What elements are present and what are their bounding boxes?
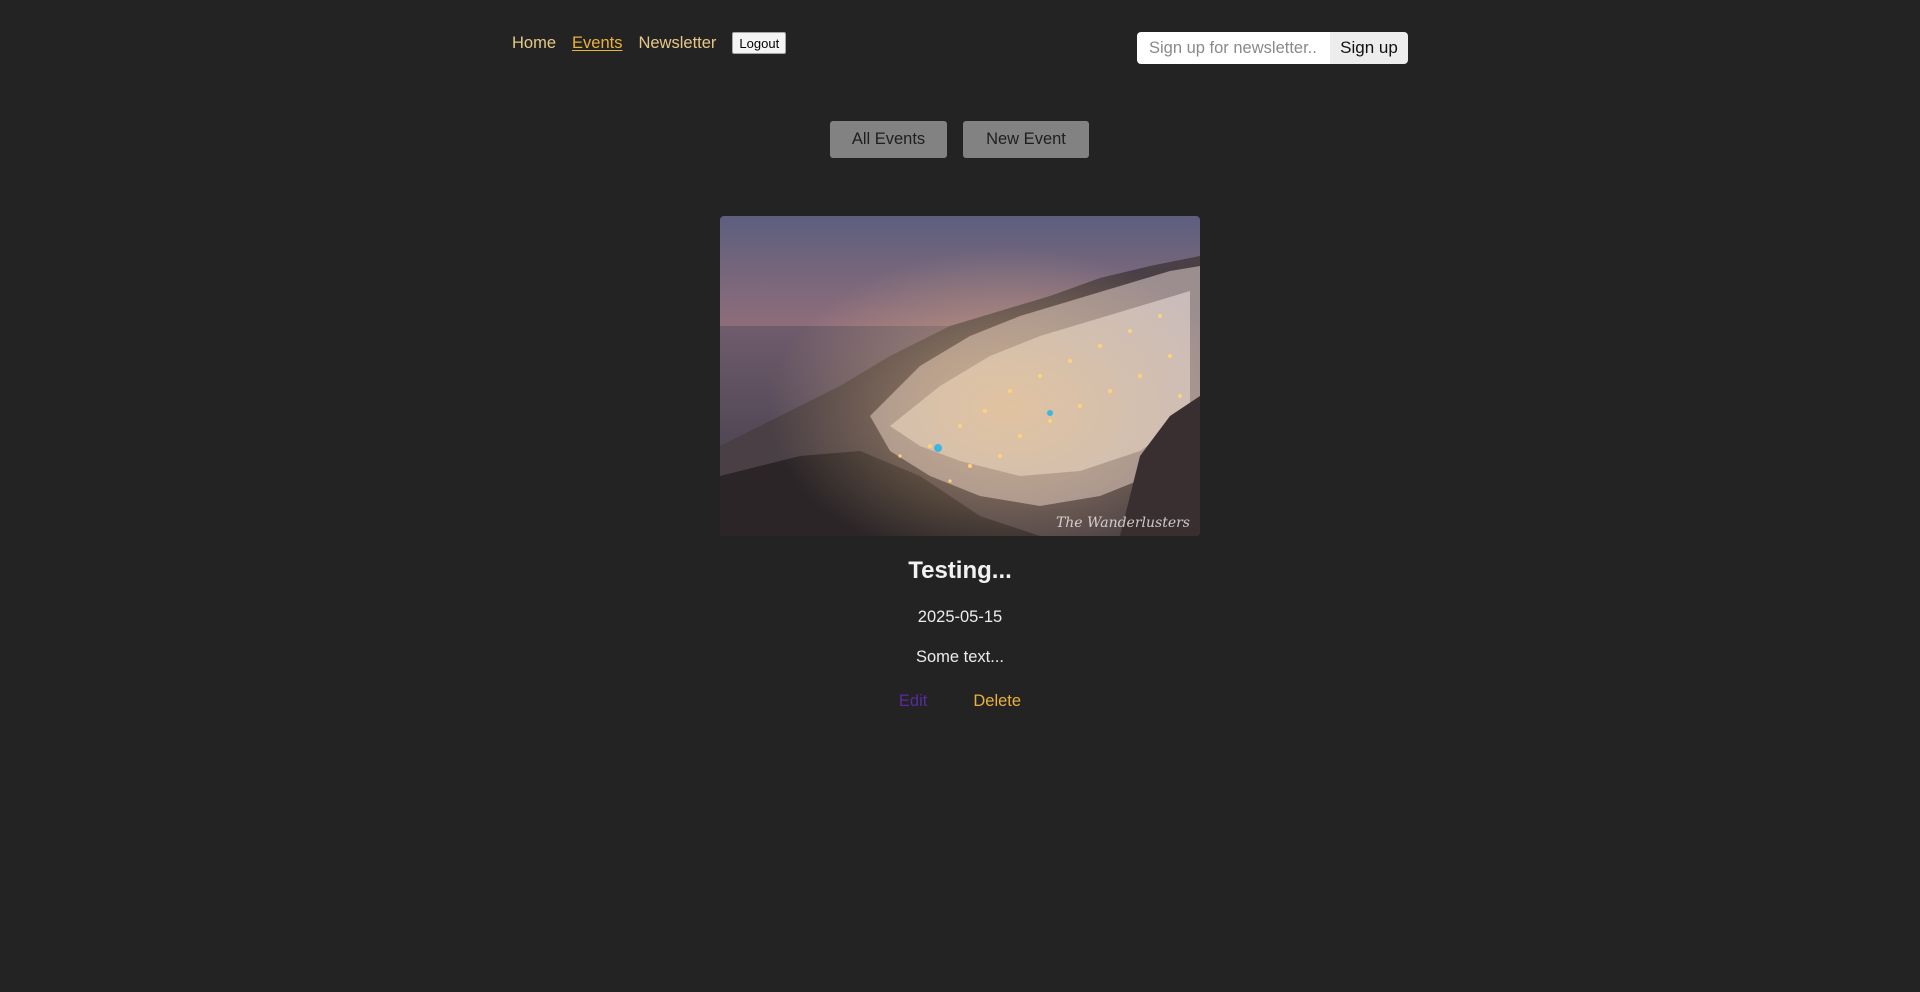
event-description: Some text...: [915, 648, 1005, 666]
event-title: Testing...: [908, 557, 1012, 584]
page: Home Events Newsletter Logout Sign up Al…: [0, 0, 1920, 992]
nav-home-link[interactable]: Home: [512, 34, 556, 53]
newsletter-signup-form: Sign up: [1137, 32, 1408, 64]
delete-event-link[interactable]: Delete: [973, 692, 1021, 711]
image-watermark-text: The Wanderlusters: [1056, 515, 1190, 531]
nav-events-link[interactable]: Events: [572, 34, 622, 53]
events-subnav: All Events New Event: [830, 121, 1089, 158]
nav-newsletter-link[interactable]: Newsletter: [638, 34, 716, 53]
event-date: 2025-05-15: [917, 608, 1003, 626]
edit-event-link[interactable]: Edit: [899, 692, 927, 711]
new-event-button[interactable]: New Event: [963, 121, 1089, 158]
event-image: The Wanderlusters: [720, 216, 1200, 536]
event-actions: Edit Delete: [0, 692, 1920, 711]
newsletter-email-input[interactable]: [1137, 32, 1330, 64]
newsletter-signup-button[interactable]: Sign up: [1330, 32, 1408, 64]
logout-button[interactable]: Logout: [732, 32, 787, 54]
main-nav: Home Events Newsletter Logout: [512, 32, 787, 54]
all-events-button[interactable]: All Events: [830, 121, 947, 158]
